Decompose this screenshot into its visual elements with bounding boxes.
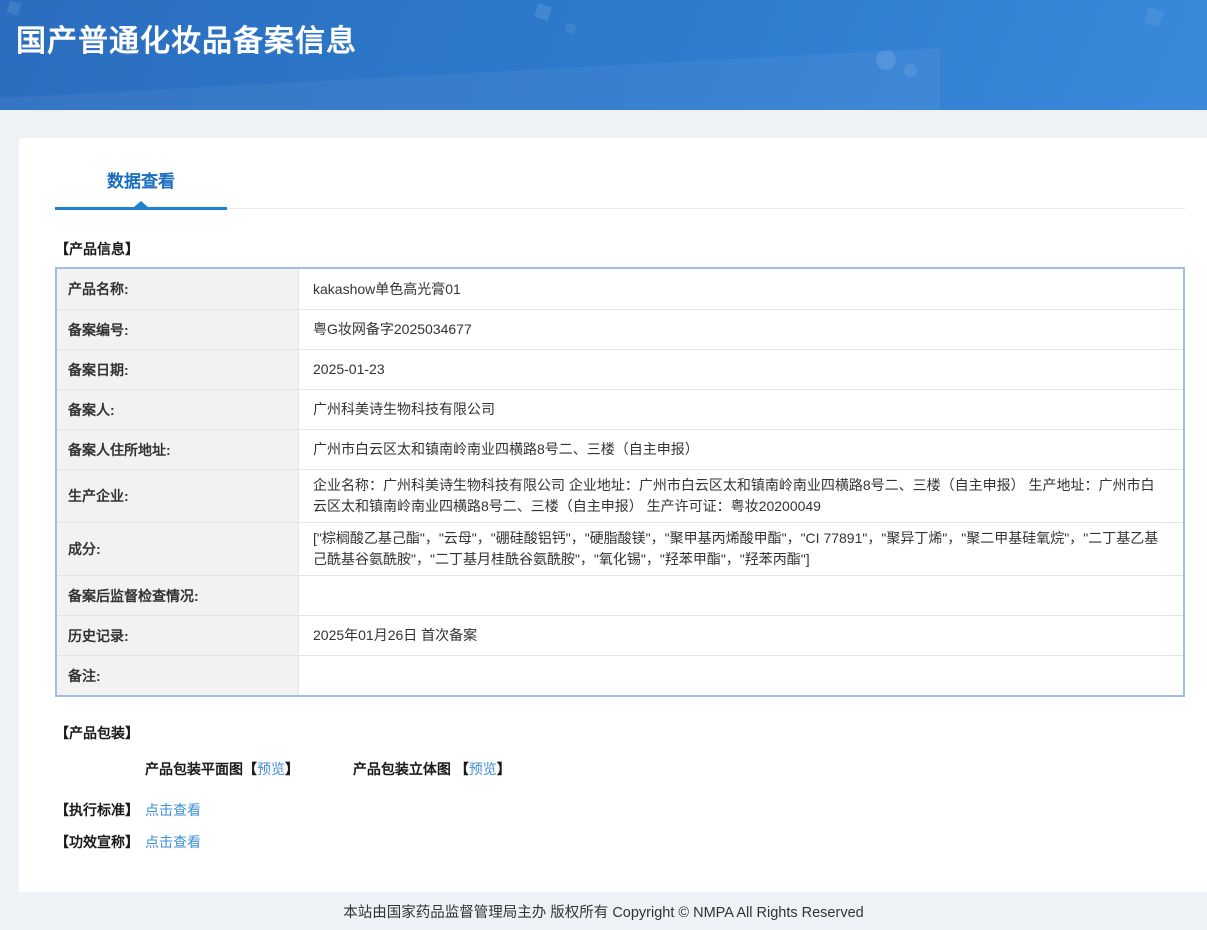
packaging-3d-label: 产品包装立体图 [353, 761, 455, 777]
bracket: 】 [497, 761, 511, 777]
table-row: 历史记录: 2025年01月26日 首次备案 [57, 615, 1183, 655]
row-label: 历史记录: [57, 616, 299, 655]
row-label: 备案后监督检查情况: [57, 576, 299, 615]
row-value [299, 656, 1183, 695]
row-label: 备注: [57, 656, 299, 695]
table-row: 备案后监督检查情况: [57, 575, 1183, 615]
row-value: 广州科美诗生物科技有限公司 [299, 390, 1183, 429]
table-row: 成分: ["棕榈酸乙基己酯"，"云母"，"硼硅酸铝钙"，"硬脂酸镁"，"聚甲基丙… [57, 522, 1183, 575]
table-row: 备注: [57, 655, 1183, 695]
packaging-line: 产品包装平面图【预览】 产品包装立体图 【预览】 [145, 759, 1185, 779]
table-row: 备案人住所地址: 广州市白云区太和镇南岭南业四横路8号二、三楼（自主申报） [57, 429, 1183, 469]
row-value: 2025-01-23 [299, 350, 1183, 389]
view-efficacy-link[interactable]: 点击查看 [145, 834, 201, 850]
table-row: 备案编号: 粤G妆网备字2025034677 [57, 309, 1183, 349]
row-label: 产品名称: [57, 269, 299, 309]
efficacy-claim-section: 【功效宣称】点击查看 [55, 832, 1185, 852]
tab-data-view[interactable]: 数据查看 [55, 164, 227, 208]
preview-flat-link[interactable]: 预览 [257, 761, 285, 777]
exec-standard-section: 【执行标准】点击查看 [55, 800, 1185, 820]
tab-active-arrow-icon [134, 201, 148, 207]
view-standard-link[interactable]: 点击查看 [145, 802, 201, 818]
table-row: 备案人: 广州科美诗生物科技有限公司 [57, 389, 1183, 429]
row-value: 粤G妆网备字2025034677 [299, 310, 1183, 349]
exec-standard-title: 【执行标准】 [55, 802, 139, 818]
packaging-flat-item: 产品包装平面图【预览】 [145, 759, 299, 779]
row-value [299, 576, 1183, 615]
efficacy-claim-title: 【功效宣称】 [55, 834, 139, 850]
row-value: kakashow单色高光膏01 [299, 269, 1183, 309]
tab-data-view-label: 数据查看 [107, 172, 175, 191]
bracket: 】 [285, 761, 299, 777]
header-decoration [1144, 7, 1164, 27]
product-info-table: 产品名称: kakashow单色高光膏01 备案编号: 粤G妆网备字202503… [55, 267, 1185, 697]
page-title: 国产普通化妆品备案信息 [16, 16, 357, 60]
table-row: 生产企业: 企业名称：广州科美诗生物科技有限公司 企业地址：广州市白云区太和镇南… [57, 469, 1183, 522]
tab-active-underline [55, 207, 227, 210]
row-value: 广州市白云区太和镇南岭南业四横路8号二、三楼（自主申报） [299, 430, 1183, 469]
row-value: 企业名称：广州科美诗生物科技有限公司 企业地址：广州市白云区太和镇南岭南业四横路… [299, 470, 1183, 522]
row-label: 生产企业: [57, 470, 299, 522]
copyright-text: 本站由国家药品监督管理局主办 版权所有 Copyright © NMPA All… [343, 901, 863, 922]
packaging-section-title: 【产品包装】 [55, 723, 1185, 743]
table-row: 备案日期: 2025-01-23 [57, 349, 1183, 389]
page-footer: 本站由国家药品监督管理局主办 版权所有 Copyright © NMPA All… [0, 892, 1207, 930]
bracket: 【 [243, 761, 257, 777]
product-info-section-title: 【产品信息】 [55, 239, 1185, 259]
row-label: 备案人住所地址: [57, 430, 299, 469]
row-label: 备案编号: [57, 310, 299, 349]
row-value: 2025年01月26日 首次备案 [299, 616, 1183, 655]
preview-3d-link[interactable]: 预览 [469, 761, 497, 777]
packaging-flat-label: 产品包装平面图 [145, 761, 243, 777]
bracket: 【 [455, 761, 469, 777]
packaging-3d-item: 产品包装立体图 【预览】 [353, 759, 511, 779]
row-value: ["棕榈酸乙基己酯"，"云母"，"硼硅酸铝钙"，"硬脂酸镁"，"聚甲基丙烯酸甲酯… [299, 523, 1183, 575]
header-decoration [534, 3, 552, 21]
tab-bar: 数据查看 [55, 164, 1185, 209]
row-label: 备案日期: [57, 350, 299, 389]
table-row: 产品名称: kakashow单色高光膏01 [57, 269, 1183, 309]
row-label: 成分: [57, 523, 299, 575]
header-decoration [565, 23, 576, 34]
row-label: 备案人: [57, 390, 299, 429]
content-card: 数据查看 【产品信息】 产品名称: kakashow单色高光膏01 备案编号: … [19, 138, 1207, 892]
page-header: 国产普通化妆品备案信息 [0, 0, 1207, 110]
header-decoration [6, 0, 21, 15]
